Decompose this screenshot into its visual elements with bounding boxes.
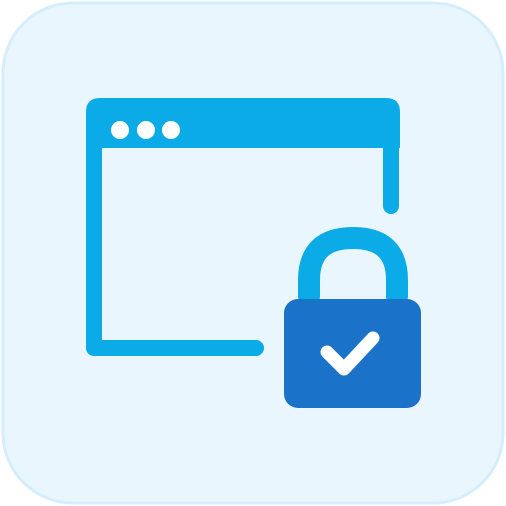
secure-browser-window-icon <box>1 1 505 505</box>
window-dot-3 <box>162 121 180 139</box>
browser-title-bar <box>86 98 400 148</box>
tile-background <box>1 1 505 505</box>
app-icon-tile <box>0 0 506 506</box>
window-dot-2 <box>137 121 155 139</box>
window-dot-1 <box>111 121 129 139</box>
